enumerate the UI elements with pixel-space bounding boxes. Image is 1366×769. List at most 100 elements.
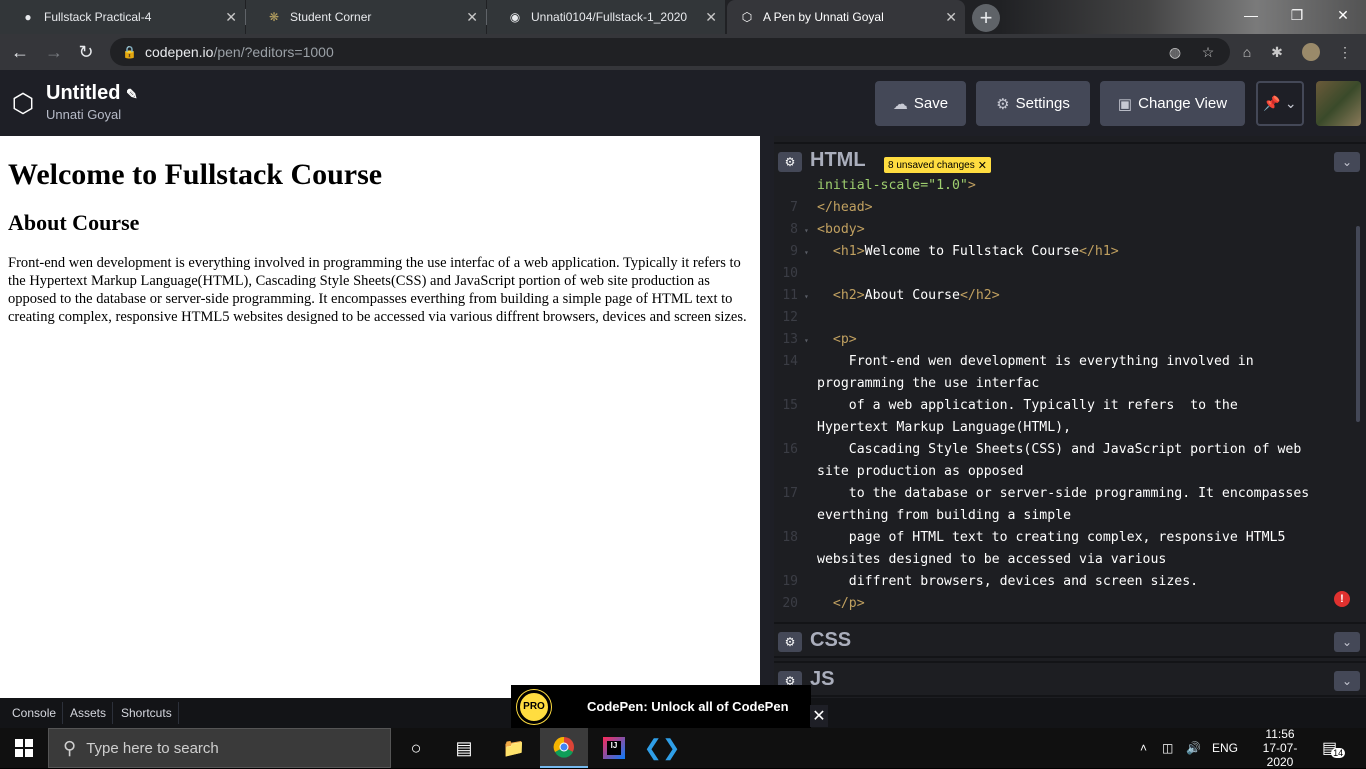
volume-icon[interactable]: 🔊 [1186,728,1201,768]
reload-icon[interactable]: ↻ [74,40,98,64]
fold-arrow-icon[interactable]: ▾ [804,292,809,301]
code-line[interactable]: diffrent browsers, devices and screen si… [817,574,1198,589]
chevron-down-icon[interactable]: ⌄ [1334,671,1360,691]
code-line[interactable]: programming the use interfac [817,376,1039,391]
puzzle-icon[interactable]: ✱ [1268,43,1286,61]
code-line[interactable]: initial-scale="1.0"> [817,178,976,193]
chrome-icon[interactable] [540,728,588,768]
code-line[interactable]: <h2>About Course</h2> [817,288,1000,303]
code-token: diffrent browsers, devices and screen si… [817,574,1199,589]
tab-fullstack-practical[interactable]: ● Fullstack Practical-4 ✕ [0,0,245,34]
code-line[interactable]: Front-end wen development is everything … [817,354,1254,369]
close-icon[interactable]: ✕ [225,9,237,26]
pro-promo-banner[interactable]: PRO CodePen: Unlock all of CodePen [511,685,811,728]
chevron-down-icon[interactable]: ⌄ [1334,632,1360,652]
cortana-icon[interactable]: ○ [392,728,440,768]
html-editor-header[interactable]: ⚙ HTML 8 unsaved changes ✕ ⌄ [774,142,1366,178]
notification-icon[interactable]: ▤ 14 [1322,728,1346,768]
code-line[interactable]: Cascading Style Sheets(CSS) and JavaScri… [817,442,1302,457]
menu-dots-icon[interactable]: ⋮ [1336,43,1354,61]
html-code-editor[interactable]: initial-scale="1.0"> 7 </head> 8 ▾ <body> 9 ▾ <… [774,174,1366,620]
line-number: 13 [782,332,798,347]
vscode-icon[interactable]: ❮❯ [638,728,686,768]
close-icon[interactable]: ✕ [466,9,478,26]
code-token: About Course [864,288,960,303]
extension-home-icon[interactable]: ⌂ [1238,43,1256,61]
gear-icon[interactable]: ⚙ [778,152,802,172]
code-line[interactable]: site production as opposed [817,464,1023,479]
change-view-button[interactable]: ▣ Change View [1100,81,1245,126]
line-number: 12 [782,310,798,325]
code-line[interactable]: of a web application. Typically it refer… [817,398,1238,413]
save-button[interactable]: ☁ Save [875,81,966,126]
code-line[interactable]: </head> [817,200,873,215]
tab-github-repo[interactable]: ◉ Unnati0104/Fullstack-1_2020 ✕ [487,0,725,34]
chevron-down-icon: ⌄ [1284,95,1297,111]
close-icon[interactable]: ✕ [945,9,957,26]
assets-button[interactable]: Assets [64,702,114,724]
user-avatar[interactable] [1316,81,1361,126]
address-bar-row: ← → ↻ 🔒 codepen.io/pen/?editors=1000 ◍ ☆… [0,34,1366,70]
tab-codepen-pen[interactable]: ⬡ A Pen by Unnati Goyal ✕ [727,0,965,34]
file-explorer-icon[interactable]: 📁 [490,728,538,768]
code-line[interactable]: Hypertext Markup Language(HTML), [817,420,1071,435]
new-tab-button[interactable]: + [972,4,1000,32]
fold-arrow-icon[interactable]: ▾ [804,336,809,345]
code-token: site production as opposed [817,464,1024,479]
js-editor-header[interactable]: ⚙ JS ⌄ [774,661,1366,697]
fold-arrow-icon[interactable]: ▾ [804,248,809,257]
code-token: of a web application. Typically it refer… [817,398,1238,413]
js-editor-title: JS [810,668,835,690]
code-line[interactable]: everthing from building a simple [817,508,1071,523]
profile-avatar[interactable] [1302,43,1320,61]
console-button[interactable]: Console [6,702,64,724]
pane-resizer[interactable] [760,136,774,698]
line-number: 14 [782,354,798,369]
language-indicator[interactable]: ENG [1212,728,1238,768]
task-view-icon[interactable]: ▤ [440,728,488,768]
code-token: Cascading Style Sheets(CSS) and JavaScri… [817,442,1302,457]
pencil-icon[interactable]: ✎ [126,86,138,102]
clock[interactable]: 11:56 17-07-2020 [1250,727,1310,769]
code-line[interactable]: to the database or server-side programmi… [817,486,1310,501]
code-line[interactable]: </p> [817,596,865,611]
shortcuts-button[interactable]: Shortcuts [115,702,179,724]
network-icon[interactable]: ◫ [1162,728,1173,768]
settings-button[interactable]: ⚙ Settings [976,81,1090,126]
close-icon[interactable]: ✕ [978,159,987,172]
error-icon[interactable]: ! [1334,591,1350,607]
pen-title[interactable]: Untitled ✎ [46,82,138,105]
code-line[interactable]: <body> [817,222,865,237]
intellij-icon[interactable]: IJ [590,728,638,768]
pen-author[interactable]: Unnati Goyal [46,107,121,122]
forward-arrow-icon[interactable]: → [42,40,66,64]
unsaved-changes-badge[interactable]: 8 unsaved changes ✕ [884,157,991,173]
eye-off-icon[interactable]: ◍ [1166,43,1184,61]
star-icon[interactable]: ☆ [1199,43,1217,61]
windows-start-icon[interactable] [0,728,48,768]
close-window-button[interactable]: ✕ [1320,0,1366,30]
chevron-up-icon[interactable]: ˄ [1140,728,1147,768]
url-field[interactable]: 🔒 codepen.io/pen/?editors=1000 [110,38,1230,66]
code-line[interactable]: <p> [817,332,857,347]
code-line[interactable]: <h1>Welcome to Fullstack Course</h1> [817,244,1119,259]
code-token: <body> [817,222,865,237]
fold-arrow-icon[interactable]: ▾ [804,226,809,235]
taskbar-search-input[interactable]: ⚲ Type here to search [48,728,391,768]
pin-menu-button[interactable]: 📌 ⌄ [1256,81,1304,126]
editor-scrollbar[interactable] [1356,226,1360,422]
codepen-logo-icon[interactable]: ⬡ [8,88,38,118]
tab-student-corner[interactable]: ❋ Student Corner ✕ [246,0,486,34]
minimize-button[interactable]: — [1228,0,1274,30]
gear-icon[interactable]: ⚙ [778,632,802,652]
code-line[interactable]: websites designed to be accessed via var… [817,552,1166,567]
close-icon[interactable]: ✕ [705,9,717,26]
code-line[interactable]: page of HTML text to creating complex, r… [817,530,1286,545]
back-arrow-icon[interactable]: ← [8,40,32,64]
html-editor-title: HTML [810,149,866,171]
chevron-down-icon[interactable]: ⌄ [1334,152,1360,172]
close-icon[interactable]: ✕ [810,705,828,727]
maximize-button[interactable]: ❐ [1274,0,1320,30]
css-editor-header[interactable]: ⚙ CSS ⌄ [774,622,1366,658]
